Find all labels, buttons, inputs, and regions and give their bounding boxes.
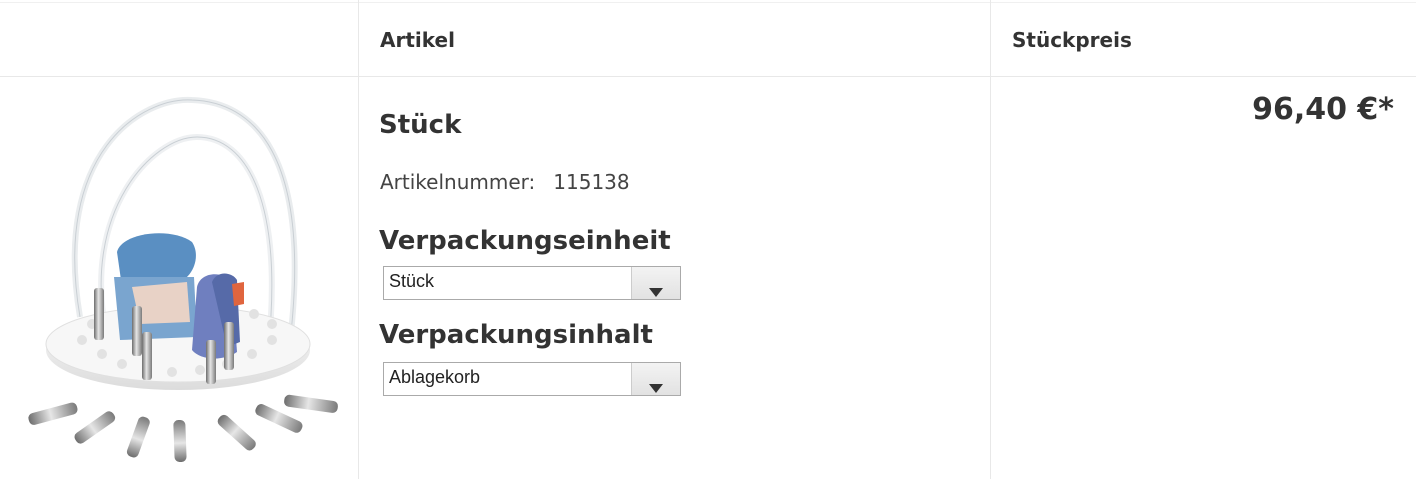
header-divider	[0, 76, 1416, 77]
packaging-content-select[interactable]: Ablagekorb	[383, 362, 681, 396]
column-divider-2	[990, 0, 991, 479]
table-top-border	[0, 2, 1416, 3]
product-name[interactable]: Stück	[379, 110, 461, 140]
packaging-unit-label: Verpackungseinheit	[379, 226, 671, 256]
article-number-value: 115138	[553, 170, 630, 194]
chevron-down-icon	[649, 288, 663, 297]
column-header-article: Artikel	[380, 28, 455, 52]
chevron-down-icon	[649, 384, 663, 393]
unit-price: 96,40 €*	[1252, 92, 1394, 127]
packaging-content-selected-value: Ablagekorb	[389, 367, 481, 387]
packaging-unit-selected-value: Stück	[389, 271, 435, 291]
column-divider-1	[358, 0, 359, 479]
article-number-label: Artikelnummer:	[380, 170, 536, 194]
packaging-unit-select[interactable]: Stück	[383, 266, 681, 300]
product-table: Artikel Stückpreis Stück Artikelnummer: …	[0, 0, 1416, 479]
product-image[interactable]	[22, 92, 340, 464]
column-header-unit-price: Stückpreis	[1012, 28, 1132, 52]
packaging-content-label: Verpackungsinhalt	[379, 320, 653, 350]
packaging-content-dropdown-button[interactable]	[631, 363, 680, 395]
article-number-row: Artikelnummer: 115138	[380, 170, 630, 194]
packaging-unit-dropdown-button[interactable]	[631, 267, 680, 299]
